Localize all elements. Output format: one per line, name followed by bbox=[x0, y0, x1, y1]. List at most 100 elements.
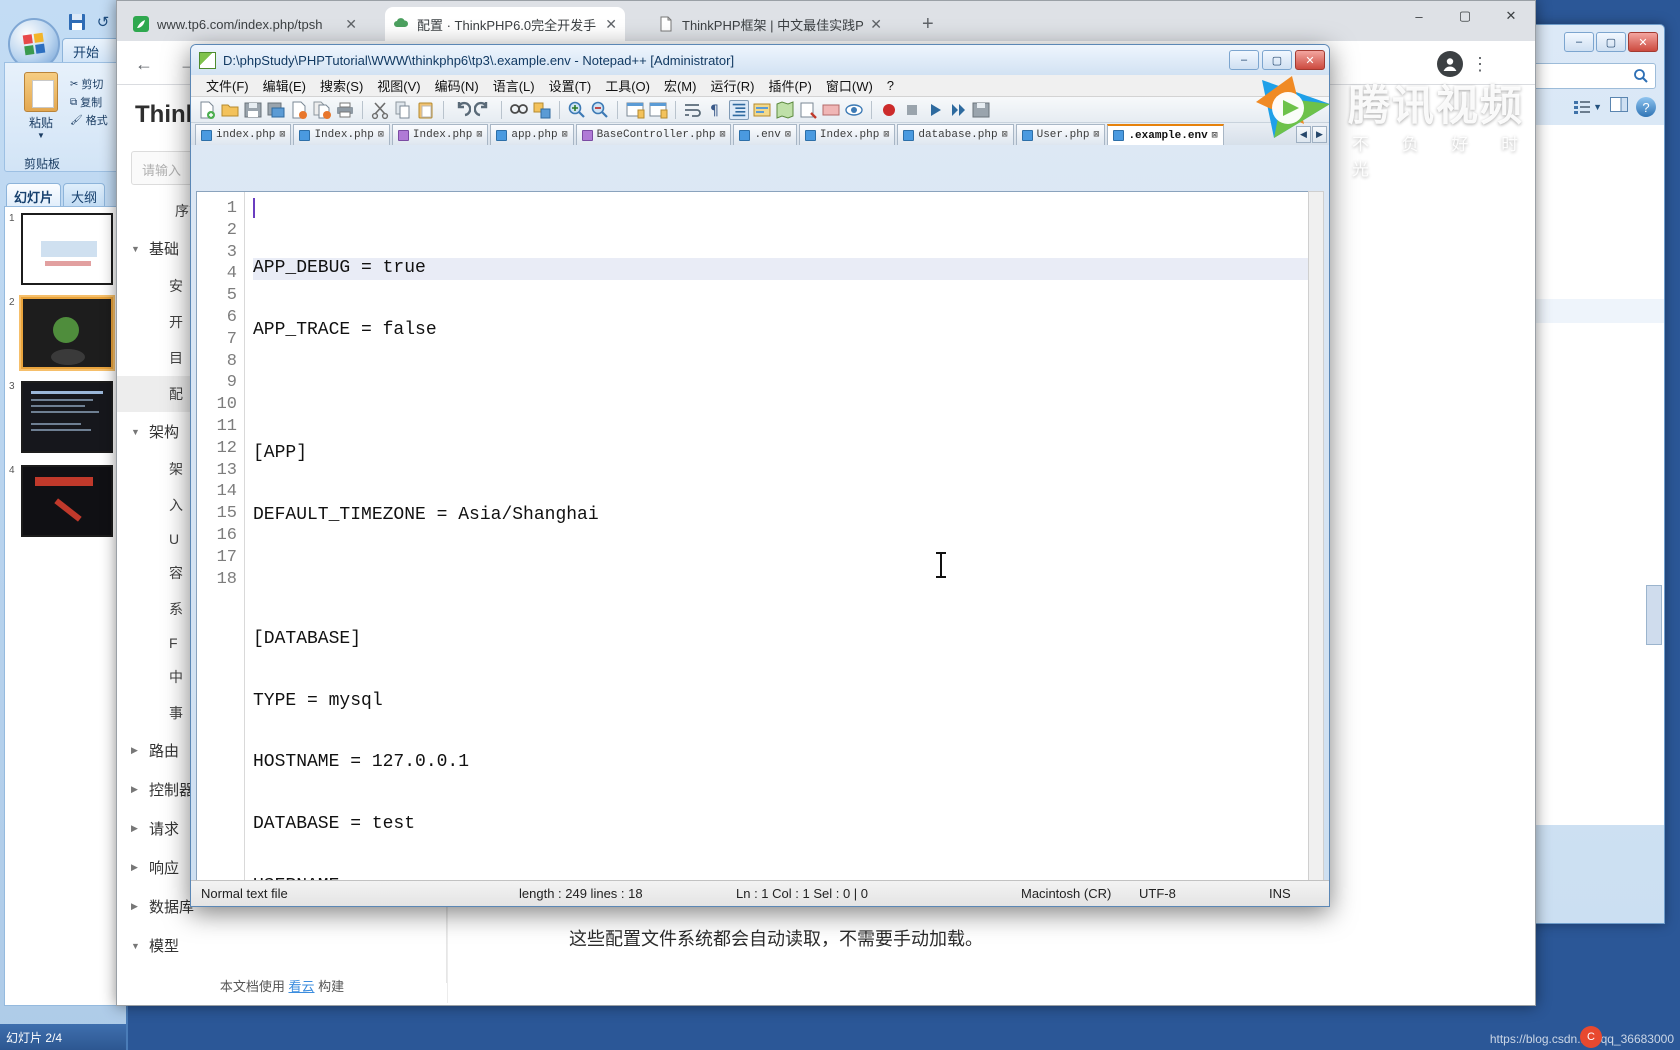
menu-plugins[interactable]: 插件(P) bbox=[762, 74, 819, 97]
close-icon[interactable]: ⊠ bbox=[562, 129, 568, 141]
user-language-icon[interactable] bbox=[752, 100, 772, 120]
menu-file[interactable]: 文件(F) bbox=[199, 74, 256, 97]
menu-help[interactable]: ? bbox=[880, 76, 901, 95]
explorer-minimize-button[interactable]: – bbox=[1564, 32, 1594, 52]
explorer-scrollbar-thumb[interactable] bbox=[1646, 585, 1662, 645]
menu-settings[interactable]: 设置(T) bbox=[542, 74, 599, 97]
sidebar-item-model[interactable]: ▼ 模型 bbox=[117, 926, 446, 965]
cut-command[interactable]: ✂ 剪切 bbox=[70, 76, 108, 92]
close-icon[interactable]: ⊠ bbox=[1002, 129, 1008, 141]
slide-thumbnail-item[interactable]: 1 bbox=[5, 207, 125, 291]
indent-guide-icon[interactable] bbox=[729, 99, 749, 120]
menu-edit[interactable]: 编辑(E) bbox=[256, 74, 313, 97]
replace-icon[interactable] bbox=[532, 100, 552, 120]
file-tab-user-php[interactable]: User.php ⊠ bbox=[1015, 124, 1106, 145]
menu-view[interactable]: 视图(V) bbox=[370, 74, 427, 97]
close-file-icon[interactable] bbox=[289, 100, 309, 120]
file-tab-database-php[interactable]: database.php ⊠ bbox=[897, 124, 1014, 145]
file-tab-index-php-2[interactable]: Index.php ⊠ bbox=[293, 124, 390, 145]
find-icon[interactable] bbox=[509, 100, 529, 120]
explorer-maximize-button[interactable]: ▢ bbox=[1596, 32, 1626, 52]
open-file-icon[interactable] bbox=[220, 100, 240, 120]
close-all-icon[interactable] bbox=[312, 100, 332, 120]
file-tab-env[interactable]: .env ⊠ bbox=[733, 124, 797, 145]
playback-multiple-icon[interactable] bbox=[948, 100, 968, 120]
preview-pane-button[interactable] bbox=[1610, 97, 1628, 117]
new-file-icon[interactable] bbox=[197, 100, 217, 120]
browser-minimize-button[interactable]: – bbox=[1397, 3, 1441, 29]
notepadpp-close-button[interactable]: ✕ bbox=[1295, 50, 1325, 70]
browser-maximize-button[interactable]: ▢ bbox=[1443, 3, 1487, 29]
view-mode-button[interactable]: ▼ bbox=[1574, 100, 1602, 114]
function-list-icon[interactable] bbox=[798, 100, 818, 120]
file-tab-index-php-1[interactable]: index.php ⊠ bbox=[195, 124, 292, 145]
profile-avatar-icon[interactable] bbox=[1437, 51, 1463, 77]
browser-tab-1[interactable]: www.tp6.com/index.php/tpsh ✕ bbox=[125, 7, 365, 41]
close-icon[interactable]: ⊠ bbox=[1093, 129, 1099, 141]
close-icon[interactable]: ⊠ bbox=[378, 129, 384, 141]
menu-search[interactable]: 搜索(S) bbox=[313, 74, 370, 97]
zoom-in-icon[interactable] bbox=[567, 100, 587, 120]
save-icon[interactable] bbox=[66, 12, 88, 32]
editor-vertical-scrollbar[interactable] bbox=[1308, 191, 1324, 906]
menu-tools[interactable]: 工具(O) bbox=[598, 74, 657, 97]
new-tab-button[interactable]: + bbox=[922, 13, 934, 36]
notepadpp-window[interactable]: D:\phpStudy\PHPTutorial\WWW\thinkphp6\tp… bbox=[190, 44, 1330, 907]
close-icon[interactable]: ⊠ bbox=[719, 129, 725, 141]
close-icon[interactable]: ⊠ bbox=[1212, 130, 1218, 142]
browser-close-button[interactable]: ✕ bbox=[1489, 3, 1533, 29]
show-all-chars-icon[interactable]: ¶ bbox=[706, 100, 726, 120]
close-icon[interactable]: ⊠ bbox=[785, 129, 791, 141]
cut-icon[interactable] bbox=[370, 100, 390, 120]
undo-icon[interactable] bbox=[451, 100, 472, 120]
folder-as-workspace-icon[interactable] bbox=[821, 100, 841, 120]
chrome-menu-icon[interactable]: ⋮ bbox=[1467, 49, 1493, 79]
close-icon[interactable]: ⊠ bbox=[279, 129, 285, 141]
redo-icon[interactable] bbox=[473, 100, 494, 120]
record-macro-icon[interactable] bbox=[879, 100, 899, 120]
browser-window-controls[interactable]: – ▢ ✕ bbox=[1397, 3, 1533, 29]
monitor-icon[interactable] bbox=[844, 100, 864, 120]
close-icon[interactable]: ✕ bbox=[605, 16, 617, 33]
zoom-out-icon[interactable] bbox=[590, 100, 610, 120]
close-icon[interactable]: ✕ bbox=[345, 16, 357, 33]
save-all-icon[interactable] bbox=[266, 100, 286, 120]
help-icon[interactable]: ? bbox=[1636, 97, 1656, 117]
paste-button[interactable]: 粘贴 ▼ bbox=[14, 72, 68, 140]
menu-encoding[interactable]: 编码(N) bbox=[428, 74, 486, 97]
file-tab-basecontroller-php[interactable]: BaseController.php ⊠ bbox=[575, 124, 732, 145]
slide-thumbnail-item[interactable]: 4 bbox=[5, 459, 125, 543]
kanyun-link[interactable]: 看云 bbox=[288, 979, 314, 994]
paste-dropdown-icon[interactable]: ▼ bbox=[14, 131, 68, 140]
file-tab-app-php[interactable]: app.php ⊠ bbox=[490, 124, 574, 145]
play-macro-icon[interactable] bbox=[925, 100, 945, 120]
notepadpp-minimize-button[interactable]: – bbox=[1229, 50, 1259, 70]
menu-run[interactable]: 运行(R) bbox=[703, 74, 761, 97]
tab-scroll-left-icon[interactable]: ◀ bbox=[1296, 126, 1311, 143]
code-text-area[interactable]: APP_DEBUG = true APP_TRACE = false [APP]… bbox=[245, 192, 1323, 905]
powerpoint-window[interactable]: ↺ ▼ 开始 粘贴 ▼ ✂ 剪切 ⧉ 复制 🖌 格式 剪贴板 幻灯片 大纲 1 bbox=[0, 0, 128, 1050]
notepadpp-window-controls[interactable]: – ▢ ✕ bbox=[1229, 50, 1325, 70]
sync-horizontal-icon[interactable] bbox=[648, 100, 668, 120]
copy-icon[interactable] bbox=[393, 100, 413, 120]
file-tab-example-env[interactable]: .example.env ⊠ bbox=[1107, 124, 1224, 145]
back-icon[interactable]: ← bbox=[131, 51, 157, 77]
save-icon[interactable] bbox=[243, 100, 263, 120]
copy-command[interactable]: ⧉ 复制 bbox=[70, 94, 108, 110]
chevron-down-icon[interactable]: ▼ bbox=[1593, 102, 1602, 112]
browser-tab-2[interactable]: 配置 · ThinkPHP6.0完全开发手 ✕ bbox=[385, 7, 625, 41]
word-wrap-icon[interactable] bbox=[683, 100, 703, 120]
search-icon[interactable] bbox=[1633, 68, 1649, 89]
document-map-icon[interactable] bbox=[775, 100, 795, 120]
print-icon[interactable] bbox=[335, 100, 355, 120]
explorer-close-button[interactable]: ✕ bbox=[1628, 32, 1658, 52]
browser-tab-3[interactable]: ThinkPHP框架 | 中文最佳实践P ✕ bbox=[650, 7, 890, 41]
save-macro-icon[interactable] bbox=[971, 100, 991, 120]
slide-thumbnail-item[interactable]: 2 bbox=[5, 291, 125, 375]
sync-vertical-icon[interactable] bbox=[625, 100, 645, 120]
menu-window[interactable]: 窗口(W) bbox=[819, 74, 880, 97]
notepadpp-editor[interactable]: 1234 5678 9 10 11 12 13 14 15 16 17 18 APP_DEBU… bbox=[196, 191, 1324, 906]
close-icon[interactable]: ⊠ bbox=[883, 129, 889, 141]
tab-scroll-right-icon[interactable]: ▶ bbox=[1312, 126, 1327, 143]
notepadpp-maximize-button[interactable]: ▢ bbox=[1262, 50, 1292, 70]
